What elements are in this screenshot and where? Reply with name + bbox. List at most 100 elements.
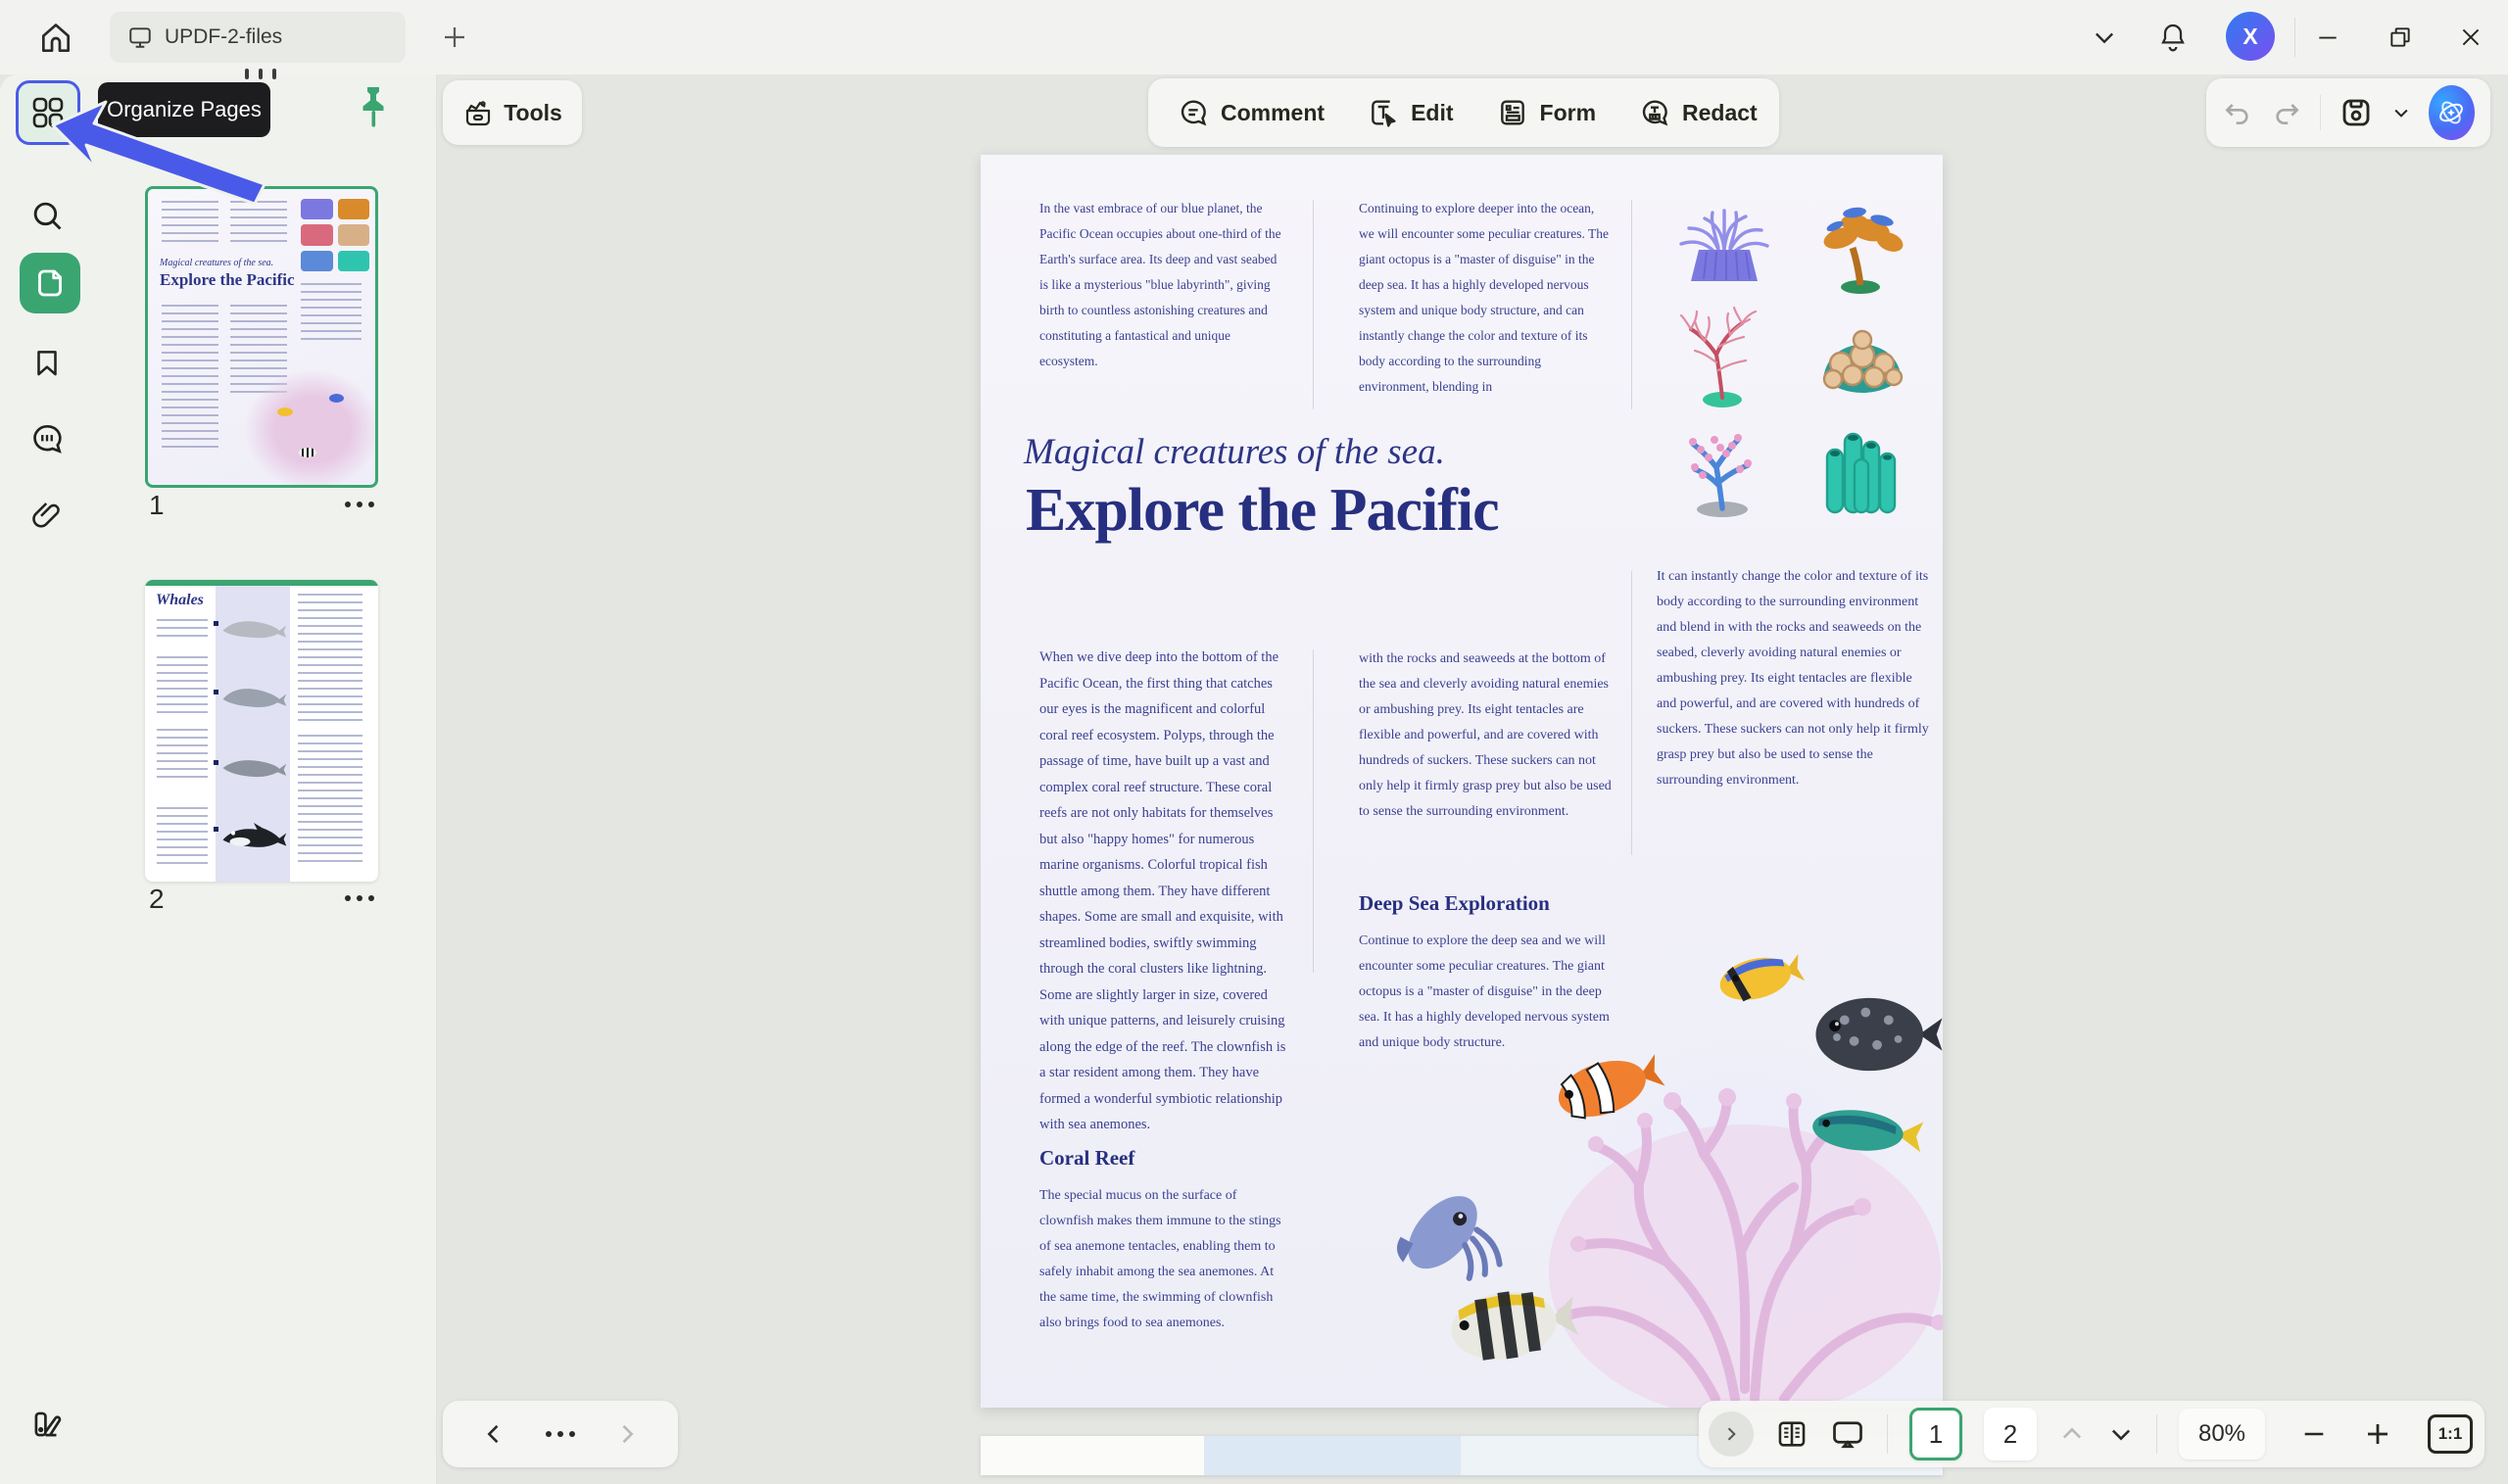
comment-button[interactable]: Comment bbox=[1156, 78, 1346, 147]
page-icon bbox=[32, 265, 68, 301]
sergeant-fish-illustration bbox=[1443, 1269, 1584, 1379]
save-options-chevron-icon[interactable] bbox=[2391, 103, 2411, 122]
sidebar-item-attachments[interactable] bbox=[14, 482, 80, 549]
restore-button[interactable] bbox=[2381, 18, 2420, 57]
zoom-out-button[interactable] bbox=[2300, 1420, 2328, 1448]
purple-anemone-illustration bbox=[1669, 199, 1779, 293]
orange-tree-coral-illustration bbox=[1808, 197, 1917, 295]
restore-icon bbox=[2387, 24, 2413, 50]
thumbnail-page-1[interactable]: Magical creatures of the sea. Explore th… bbox=[145, 186, 378, 488]
whale-illustration bbox=[219, 613, 288, 645]
sidebar-item-comments[interactable] bbox=[14, 406, 80, 472]
next-page-button[interactable] bbox=[2107, 1420, 2135, 1448]
form-icon bbox=[1497, 97, 1528, 128]
pdf-page-1[interactable]: In the vast embrace of our blue planet, … bbox=[981, 155, 1943, 1408]
mini-coral-grid bbox=[301, 199, 369, 271]
mini-text-block bbox=[157, 656, 208, 715]
pufferfish-illustration bbox=[1811, 991, 1943, 1077]
page-title: Explore the Pacific bbox=[1026, 476, 1499, 546]
coral-illustrations-grid bbox=[1655, 190, 1931, 523]
home-button[interactable] bbox=[33, 16, 78, 61]
actual-size-button[interactable]: 1:1 bbox=[2428, 1414, 2473, 1454]
back-button[interactable] bbox=[480, 1420, 507, 1448]
two-page-view-button[interactable] bbox=[1775, 1417, 1809, 1451]
tools-button[interactable]: Tools bbox=[443, 80, 582, 145]
whale-illustration bbox=[219, 752, 288, 784]
sidebar-item-bookmarks[interactable] bbox=[14, 329, 80, 396]
statusbar-separator bbox=[2156, 1414, 2157, 1454]
user-avatar[interactable]: X bbox=[2226, 12, 2275, 61]
avatar-initial: X bbox=[2243, 24, 2257, 50]
notifications-button[interactable] bbox=[2153, 18, 2193, 57]
pink-gorgonian-coral-illustration bbox=[1671, 306, 1777, 407]
thumbnail-page-2[interactable]: Whales bbox=[145, 580, 378, 882]
document-tab[interactable]: UPDF-2-files bbox=[110, 12, 406, 63]
paperclip-icon bbox=[29, 498, 65, 533]
edit-text-icon bbox=[1368, 97, 1399, 128]
ai-assistant-button[interactable] bbox=[2429, 85, 2475, 140]
redact-button[interactable]: Redact bbox=[1617, 78, 1779, 147]
sidebar-item-swatches[interactable] bbox=[14, 1391, 80, 1458]
edit-button[interactable]: Edit bbox=[1346, 78, 1474, 147]
page-1-button[interactable]: 1 bbox=[1909, 1408, 1962, 1460]
toolbox-icon bbox=[462, 97, 494, 128]
redo-button[interactable] bbox=[2271, 97, 2302, 128]
menu-collapse-button[interactable] bbox=[2085, 18, 2124, 57]
history-nav-pill bbox=[443, 1401, 678, 1467]
thumbnail-1-more-options-icon[interactable] bbox=[345, 502, 374, 507]
forward-button[interactable] bbox=[613, 1420, 641, 1448]
previous-page-button[interactable] bbox=[2058, 1420, 2086, 1448]
deep-sea-heading: Deep Sea Exploration bbox=[1359, 891, 1550, 916]
expand-panel-button[interactable] bbox=[1709, 1412, 1754, 1457]
title-bar: UPDF-2-files X bbox=[0, 0, 2508, 74]
zoom-level-button[interactable]: 80% bbox=[2179, 1409, 2265, 1460]
document-canvas: In the vast embrace of our blue planet, … bbox=[437, 74, 2508, 1484]
home-icon bbox=[37, 20, 74, 57]
chevron-down-icon bbox=[2091, 24, 2118, 51]
intro-paragraph-2: Continuing to explore deeper into the oc… bbox=[1359, 196, 1610, 400]
pin-panel-button[interactable] bbox=[353, 84, 394, 131]
thumbnail-1-number: 1 bbox=[149, 490, 165, 521]
presentation-mode-button[interactable] bbox=[1830, 1416, 1865, 1452]
column-divider bbox=[1313, 649, 1314, 973]
form-label: Form bbox=[1540, 100, 1597, 126]
minimize-icon bbox=[2315, 24, 2340, 50]
form-button[interactable]: Form bbox=[1475, 78, 1618, 147]
plus-icon bbox=[440, 23, 469, 52]
mini-text-block bbox=[301, 283, 362, 342]
pin-icon bbox=[353, 84, 394, 131]
history-more-options-icon[interactable] bbox=[546, 1431, 575, 1437]
undo-button[interactable] bbox=[2222, 97, 2253, 128]
sidebar-item-page-thumbnails[interactable] bbox=[20, 253, 80, 313]
page-subtitle: Magical creatures of the sea. bbox=[1024, 431, 1445, 473]
bell-icon bbox=[2157, 22, 2189, 53]
thumbnail-2-number: 2 bbox=[149, 884, 165, 915]
mode-toolbar: Comment Edit Form Redact bbox=[1148, 78, 1779, 147]
toolbar-separator bbox=[2320, 95, 2321, 130]
close-button[interactable] bbox=[2451, 18, 2490, 57]
mini-text-block bbox=[157, 807, 208, 866]
comment-icon bbox=[1178, 97, 1209, 128]
redact-icon bbox=[1639, 97, 1670, 128]
orca-illustration bbox=[219, 819, 288, 854]
panel-drag-handle[interactable] bbox=[245, 69, 276, 79]
annotation-arrow bbox=[45, 98, 276, 215]
save-button[interactable] bbox=[2339, 95, 2374, 130]
left-column-paragraph: When we dive deep into the bottom of the… bbox=[1039, 645, 1290, 1138]
coral-reef-paragraph: The special mucus on the surface of clow… bbox=[1039, 1183, 1286, 1336]
mini-title: Explore the Pacific bbox=[160, 270, 295, 290]
statusbar-separator bbox=[1887, 1414, 1888, 1454]
view-status-pill: 1 2 80% 1:1 bbox=[1699, 1401, 2484, 1467]
mini-text-block bbox=[157, 619, 208, 643]
zoom-in-button[interactable] bbox=[2363, 1419, 2392, 1449]
thumbnail-2-more-options-icon[interactable] bbox=[345, 895, 374, 901]
zoom-level-label: 80% bbox=[2198, 1420, 2245, 1448]
new-tab-button[interactable] bbox=[437, 20, 472, 55]
page-1-label: 1 bbox=[1929, 1419, 1943, 1450]
bookmark-icon bbox=[30, 346, 64, 379]
blue-branch-coral-illustration bbox=[1669, 416, 1779, 518]
minimize-button[interactable] bbox=[2308, 18, 2347, 57]
page-2-button[interactable]: 2 bbox=[1984, 1408, 2037, 1460]
reef-photo bbox=[1373, 929, 1943, 1408]
comment-bubble-icon bbox=[28, 420, 66, 457]
